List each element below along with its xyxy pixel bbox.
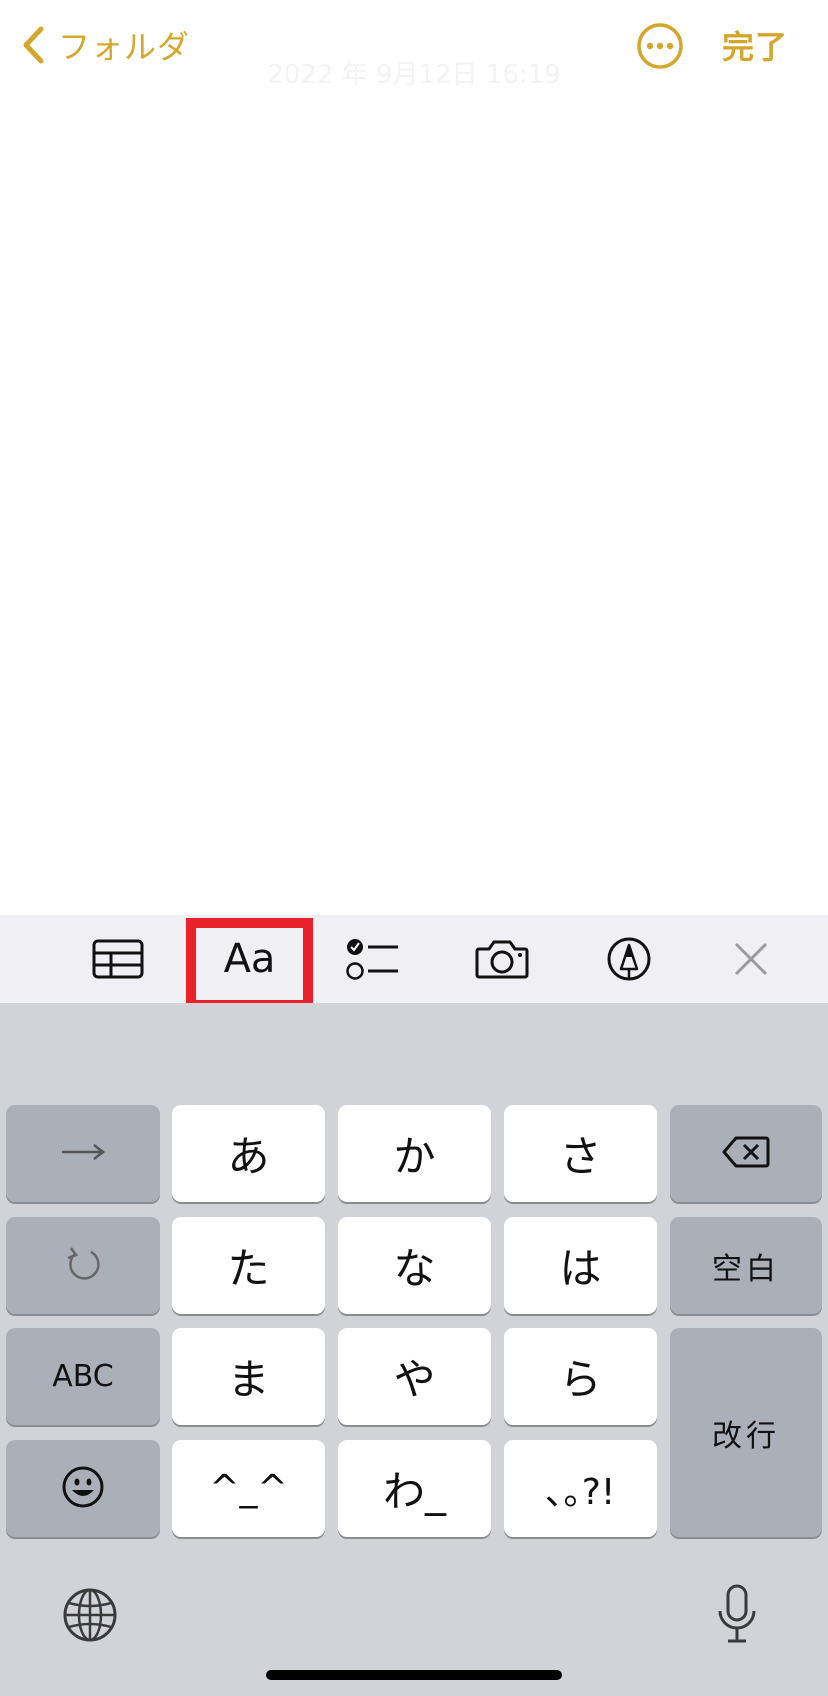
emoji-key[interactable] (6, 1440, 160, 1537)
home-indicator (266, 1670, 562, 1680)
key-label: ､｡?! (545, 1471, 616, 1513)
space-key[interactable]: 空白 (670, 1217, 822, 1314)
kana-key-ha[interactable]: は (504, 1217, 657, 1314)
kaomoji-key[interactable]: ^_^ (172, 1440, 325, 1537)
next-candidate-key[interactable] (6, 1105, 160, 1202)
kana-key-wa[interactable]: わ_ (338, 1440, 491, 1537)
text-format-label: Aa (223, 936, 276, 982)
undo-key[interactable] (6, 1217, 160, 1314)
kana-key-ya[interactable]: や (338, 1328, 491, 1425)
key-label: や (393, 1355, 436, 1404)
abc-key[interactable]: ABC (6, 1328, 160, 1425)
key-label: な (393, 1244, 436, 1293)
arrow-right-icon (60, 1142, 106, 1166)
close-icon[interactable] (730, 915, 772, 1003)
kana-key-ta[interactable]: た (172, 1217, 325, 1314)
key-label: ら (559, 1355, 602, 1404)
key-label: 改行 (712, 1418, 780, 1454)
kana-key-sa[interactable]: さ (504, 1105, 657, 1202)
keyboard: あ か さ た な は 空白 ABC ま や ら 改行 ^_^ わ_ ､｡?! (0, 1003, 828, 1696)
key-label: か (393, 1132, 436, 1181)
undo-icon (63, 1244, 103, 1288)
key-label: は (559, 1244, 602, 1293)
microphone-icon[interactable] (712, 1581, 762, 1647)
checklist-icon[interactable] (344, 915, 402, 1003)
table-icon[interactable] (84, 915, 152, 1003)
note-timestamp: 2022 年 9月12日 16:19 (267, 60, 561, 90)
navigation-bar: フォルダ 完了 2022 年 9月12日 16:19 (0, 0, 828, 100)
kana-key-ra[interactable]: ら (504, 1328, 657, 1425)
key-label: ABC (52, 1359, 114, 1394)
camera-icon[interactable] (472, 915, 532, 1003)
punctuation-key[interactable]: ､｡?! (504, 1440, 657, 1537)
delete-icon (722, 1135, 770, 1173)
key-label: わ_ (382, 1467, 446, 1516)
markup-pen-icon[interactable] (604, 915, 654, 1003)
text-format-button[interactable]: Aa (196, 915, 303, 1003)
key-label: ^_^ (209, 1468, 288, 1509)
key-label: あ (227, 1132, 270, 1181)
note-text-area[interactable] (0, 100, 828, 915)
key-label: ま (227, 1355, 270, 1404)
return-key[interactable]: 改行 (670, 1328, 822, 1537)
key-label: 空白 (712, 1251, 780, 1287)
formatting-toolbar: Aa (0, 915, 828, 1003)
kana-key-ma[interactable]: ま (172, 1328, 325, 1425)
kana-key-ka[interactable]: か (338, 1105, 491, 1202)
kana-key-na[interactable]: な (338, 1217, 491, 1314)
emoji-icon (62, 1466, 104, 1512)
key-label: さ (559, 1132, 602, 1181)
globe-icon[interactable] (60, 1585, 120, 1645)
delete-key[interactable] (670, 1105, 822, 1202)
key-label: た (227, 1244, 270, 1293)
kana-key-a[interactable]: あ (172, 1105, 325, 1202)
